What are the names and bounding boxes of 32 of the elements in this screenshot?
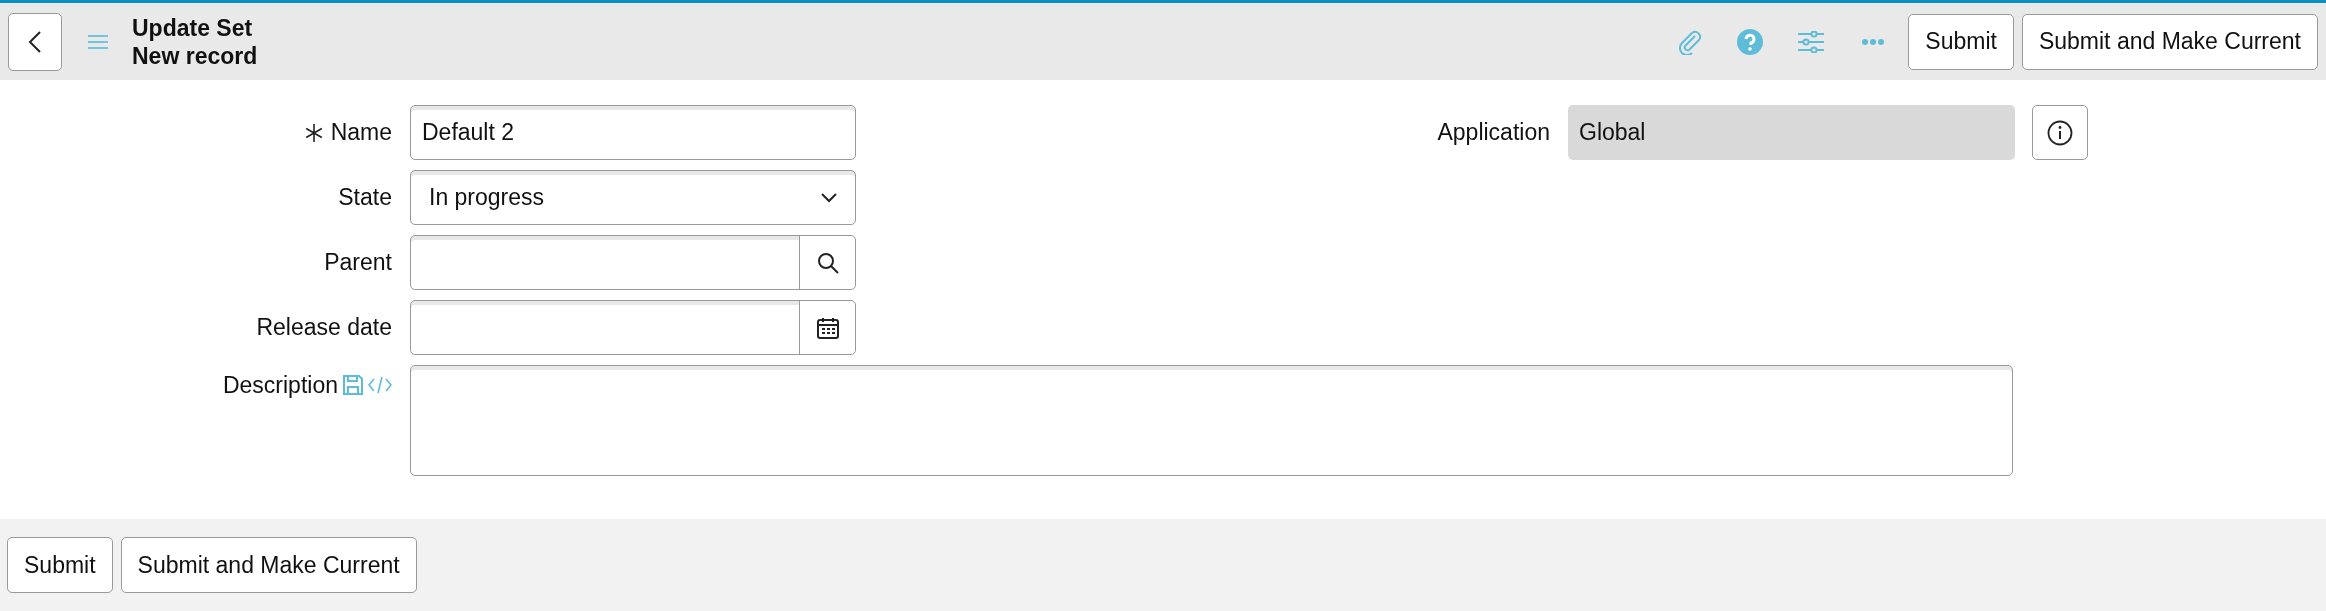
submit-button[interactable]: Submit and Make Current (120, 537, 417, 593)
paperclip-icon[interactable] (1678, 28, 1703, 55)
search-icon (816, 251, 839, 274)
calendar-icon (816, 316, 839, 339)
field-label: Application (1437, 118, 1550, 148)
info-button[interactable] (2032, 105, 2088, 160)
application-field: Global (1568, 105, 2015, 160)
field-label: Description (222, 370, 338, 400)
state-dropdown[interactable]: In progress (410, 170, 856, 225)
field-label: Name (330, 118, 392, 148)
info-icon (2047, 119, 2073, 146)
code-icon[interactable] (368, 376, 392, 394)
help-icon[interactable] (1736, 27, 1765, 56)
back-icon (28, 29, 42, 54)
field-label: Parent (324, 248, 392, 278)
submit-button[interactable]: Submit (1908, 13, 2014, 70)
name-field[interactable]: Default 2 (410, 105, 856, 160)
submit-button[interactable]: Submit (7, 537, 113, 593)
field-label: State (338, 183, 392, 213)
reference-field[interactable] (410, 235, 856, 290)
form-title: Update Set (132, 13, 254, 42)
form-subtitle: New record (132, 41, 258, 70)
sliders-icon[interactable] (1798, 30, 1825, 53)
menu-icon[interactable] (88, 34, 108, 49)
description-field[interactable] (410, 365, 2013, 476)
submit-button[interactable]: Submit and Make Current (2021, 13, 2318, 70)
save-icon[interactable] (342, 374, 364, 396)
field-label: Release date (256, 313, 392, 343)
date-field[interactable] (410, 300, 856, 355)
back-button[interactable] (8, 12, 62, 71)
more-icon[interactable] (1862, 38, 1885, 45)
chevron-down-icon (821, 192, 837, 203)
